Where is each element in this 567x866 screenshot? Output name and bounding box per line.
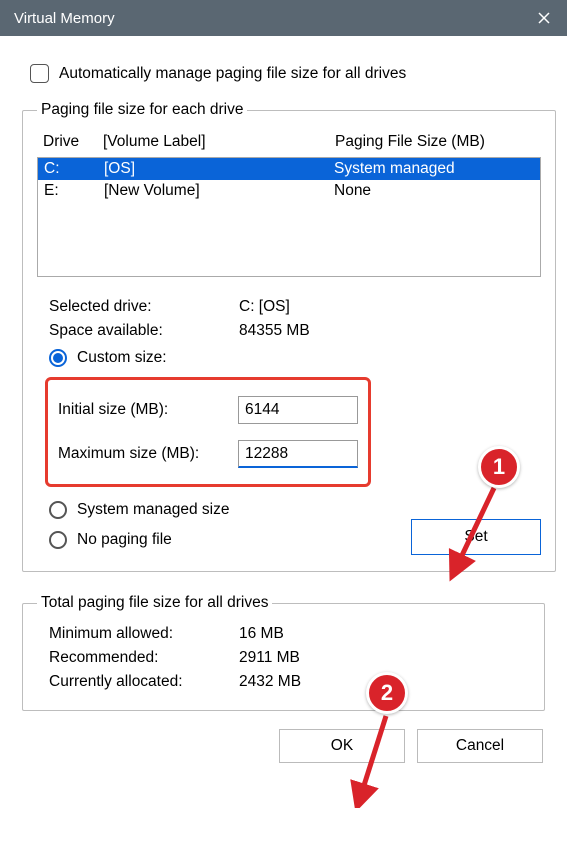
window-title: Virtual Memory: [14, 10, 115, 27]
selected-drive-label: Selected drive:: [49, 298, 239, 316]
initial-size-row: Initial size (MB):: [58, 388, 358, 432]
annotation-badge-2: 2: [366, 672, 408, 714]
dialog-buttons: OK Cancel: [22, 725, 545, 763]
recommended-value: 2911 MB: [239, 649, 530, 667]
dialog-body: Automatically manage paging file size fo…: [0, 36, 567, 777]
min-allowed-value: 16 MB: [239, 625, 530, 643]
drive-row[interactable]: C: [OS] System managed: [38, 158, 540, 180]
drive-letter: E:: [44, 182, 104, 200]
annotation-badge-1: 1: [478, 446, 520, 488]
drive-group-legend: Paging file size for each drive: [37, 101, 247, 119]
maximum-size-row: Maximum size (MB):: [58, 432, 358, 476]
system-managed-radio[interactable]: [49, 501, 67, 519]
custom-size-highlight: Initial size (MB): Maximum size (MB):: [45, 377, 371, 487]
drive-label: [New Volume]: [104, 182, 334, 200]
total-group: Total paging file size for all drives Mi…: [22, 594, 545, 711]
min-allowed-row: Minimum allowed: 16 MB: [37, 622, 530, 646]
drive-label: [OS]: [104, 160, 334, 178]
drive-pf: System managed: [334, 160, 534, 178]
initial-size-label: Initial size (MB):: [58, 401, 238, 419]
custom-size-radio[interactable]: [49, 349, 67, 367]
auto-manage-row[interactable]: Automatically manage paging file size fo…: [30, 64, 545, 83]
drive-letter: C:: [44, 160, 104, 178]
maximum-size-label: Maximum size (MB):: [58, 445, 238, 463]
space-available-row: Space available: 84355 MB: [37, 319, 541, 343]
currently-label: Currently allocated:: [49, 673, 239, 691]
drive-pf: None: [334, 182, 534, 200]
close-button[interactable]: [521, 0, 567, 36]
head-drive: Drive: [43, 133, 103, 151]
selected-drive-value: C: [OS]: [239, 298, 541, 316]
annotation-arrow-1: [442, 482, 506, 582]
auto-manage-checkbox[interactable]: [30, 64, 49, 83]
space-available-value: 84355 MB: [239, 322, 541, 340]
drive-row[interactable]: E: [New Volume] None: [38, 180, 540, 202]
cancel-button[interactable]: Cancel: [417, 729, 543, 763]
annotation-arrow-2: [348, 712, 402, 808]
system-managed-label: System managed size: [77, 501, 230, 519]
space-available-label: Space available:: [49, 322, 239, 340]
recommended-label: Recommended:: [49, 649, 239, 667]
custom-size-radio-row[interactable]: Custom size:: [37, 343, 541, 373]
auto-manage-label: Automatically manage paging file size fo…: [59, 65, 406, 83]
titlebar: Virtual Memory: [0, 0, 567, 36]
drive-list-header: Drive [Volume Label] Paging File Size (M…: [37, 129, 541, 157]
no-paging-radio[interactable]: [49, 531, 67, 549]
no-paging-label: No paging file: [77, 531, 172, 549]
initial-size-input[interactable]: [238, 396, 358, 424]
custom-size-label: Custom size:: [77, 349, 167, 367]
selected-drive-row: Selected drive: C: [OS]: [37, 295, 541, 319]
currently-row: Currently allocated: 2432 MB: [37, 670, 530, 694]
total-group-legend: Total paging file size for all drives: [37, 594, 272, 612]
total-group-wrap: Total paging file size for all drives Mi…: [22, 594, 545, 711]
maximum-size-input[interactable]: [238, 440, 358, 468]
head-paging-file: Paging File Size (MB): [335, 133, 535, 151]
min-allowed-label: Minimum allowed:: [49, 625, 239, 643]
recommended-row: Recommended: 2911 MB: [37, 646, 530, 670]
head-volume-label: [Volume Label]: [103, 133, 335, 151]
drive-list[interactable]: C: [OS] System managed E: [New Volume] N…: [37, 157, 541, 277]
close-icon: [538, 12, 550, 24]
